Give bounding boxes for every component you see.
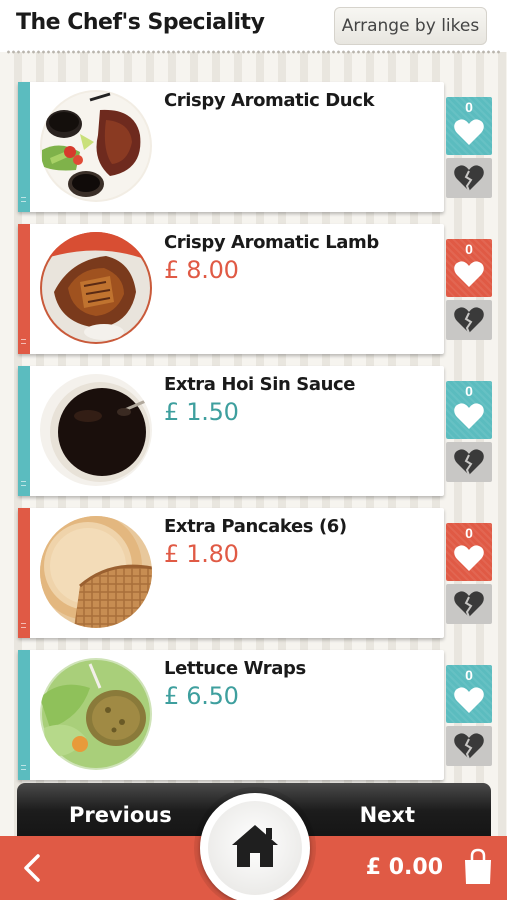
item-price: £ 1.50 xyxy=(164,398,239,426)
like-button[interactable]: 0 xyxy=(446,97,492,155)
broken-heart-icon xyxy=(454,733,484,760)
like-count: 0 xyxy=(465,241,473,257)
like-button[interactable]: 0 xyxy=(446,239,492,297)
menu-item-card[interactable]: Extra Hoi Sin Sauce £ 1.50 xyxy=(18,366,444,496)
hoisin-sauce-photo xyxy=(40,374,152,486)
like-count: 0 xyxy=(465,525,473,541)
item-price: £ 6.50 xyxy=(164,682,239,710)
lamb-dish-photo xyxy=(40,232,152,344)
like-button[interactable]: 0 xyxy=(446,665,492,723)
heart-icon xyxy=(454,687,484,713)
shopping-bag-icon[interactable] xyxy=(463,848,493,886)
pancakes-steamer-photo xyxy=(40,516,152,628)
like-count: 0 xyxy=(465,383,473,399)
heart-icon xyxy=(454,545,484,571)
previous-button[interactable]: Previous xyxy=(69,803,172,827)
home-button-face xyxy=(208,801,302,895)
next-button[interactable]: Next xyxy=(360,803,415,827)
list-item: Extra Pancakes (6) £ 1.80 0 xyxy=(0,508,507,640)
item-name: Extra Pancakes (6) xyxy=(164,516,347,537)
duck-dish-photo xyxy=(40,90,152,202)
lettuce-wraps-photo xyxy=(40,658,152,770)
broken-heart-icon xyxy=(454,449,484,476)
broken-heart-icon xyxy=(454,591,484,618)
item-name: Extra Hoi Sin Sauce xyxy=(164,374,356,395)
item-name: Crispy Aromatic Duck xyxy=(164,90,375,111)
broken-heart-icon xyxy=(454,165,484,192)
like-count: 0 xyxy=(465,99,473,115)
menu-item-card[interactable]: Crispy Aromatic Duck xyxy=(18,82,444,212)
dislike-button[interactable] xyxy=(446,158,492,198)
heart-icon xyxy=(454,261,484,287)
page-title: The Chef's Speciality xyxy=(16,10,265,35)
heart-icon xyxy=(454,403,484,429)
item-accent-bar xyxy=(18,508,30,638)
item-name: Lettuce Wraps xyxy=(164,658,306,679)
broken-heart-icon xyxy=(454,307,484,334)
list-item: Lettuce Wraps £ 6.50 0 xyxy=(0,650,507,782)
item-name: Crispy Aromatic Lamb xyxy=(164,232,379,253)
like-button[interactable]: 0 xyxy=(446,523,492,581)
menu-item-card[interactable]: Lettuce Wraps £ 6.50 xyxy=(18,650,444,780)
heart-icon xyxy=(454,119,484,145)
item-price: £ 1.80 xyxy=(164,540,239,568)
item-accent-bar xyxy=(18,224,30,354)
item-price: £ 8.00 xyxy=(164,256,239,284)
item-accent-bar xyxy=(18,82,30,212)
item-accent-bar xyxy=(18,366,30,496)
list-item: Extra Hoi Sin Sauce £ 1.50 0 xyxy=(0,366,507,498)
like-button[interactable]: 0 xyxy=(446,381,492,439)
home-icon xyxy=(232,825,278,867)
item-accent-bar xyxy=(18,650,30,780)
basket-total: £ 0.00 xyxy=(365,855,443,880)
dislike-button[interactable] xyxy=(446,442,492,482)
arrange-by-likes-button[interactable]: Arrange by likes xyxy=(334,7,487,45)
home-button[interactable] xyxy=(200,793,310,900)
menu-item-card[interactable]: Crispy Aromatic Lamb £ 8.00 xyxy=(18,224,444,354)
menu-item-card[interactable]: Extra Pancakes (6) £ 1.80 xyxy=(18,508,444,638)
dislike-button[interactable] xyxy=(446,726,492,766)
list-item: Crispy Aromatic Lamb £ 8.00 0 xyxy=(0,224,507,356)
app-header: The Chef's Speciality Arrange by likes xyxy=(0,0,507,52)
dislike-button[interactable] xyxy=(446,584,492,624)
like-count: 0 xyxy=(465,667,473,683)
chevron-left-icon[interactable] xyxy=(18,852,46,884)
dislike-button[interactable] xyxy=(446,300,492,340)
header-divider xyxy=(6,50,501,54)
list-item: Crispy Aromatic Duck 0 xyxy=(0,82,507,214)
